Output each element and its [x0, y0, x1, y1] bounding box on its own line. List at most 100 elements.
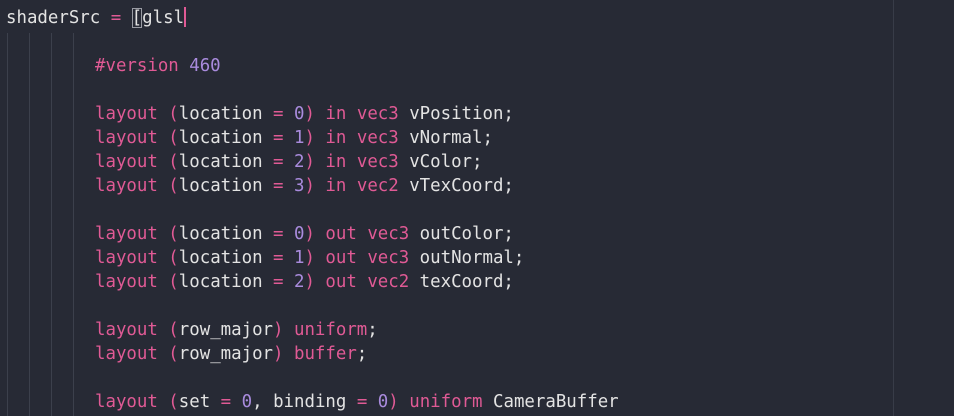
code-editor[interactable]: shaderSrc = [glsl #version 460 layout (loc…: [0, 0, 954, 416]
code-token: vec3: [367, 224, 410, 244]
code-token: CameraBuffer: [493, 392, 619, 412]
code-line[interactable]: layout (location = 2) out vec2 texCoord;: [95, 270, 514, 294]
code-token: =: [110, 8, 122, 28]
code-token: 2: [293, 272, 305, 292]
code-token: layout: [95, 176, 169, 196]
code-token: layout: [95, 320, 169, 340]
code-token: (: [168, 344, 179, 364]
code-token: layout: [95, 152, 169, 172]
code-line[interactable]: #version 460: [95, 54, 221, 78]
indent-guide: [29, 33, 30, 416]
code-line[interactable]: layout (row_major) buffer;: [95, 342, 367, 366]
code-token: vec3: [356, 104, 399, 124]
code-token: location: [178, 176, 274, 196]
code-token: ): [304, 152, 315, 172]
code-token: (: [168, 128, 179, 148]
code-token: #version: [95, 56, 190, 76]
code-token: [: [131, 8, 143, 28]
code-line[interactable]: layout (location = 1) out vec3 outNormal…: [95, 246, 524, 270]
code-line[interactable]: layout (row_major) uniform;: [95, 318, 378, 342]
code-token: =: [273, 104, 284, 124]
code-token: layout: [95, 104, 169, 124]
code-token: set: [178, 392, 221, 412]
code-token: =: [273, 224, 284, 244]
code-token: 3: [293, 176, 305, 196]
code-token: vColor;: [398, 152, 483, 172]
code-token: location: [178, 152, 274, 172]
code-token: out: [314, 248, 368, 268]
code-token: (: [168, 272, 179, 292]
code-line[interactable]: layout (location = 3) in vec2 vTexCoord;: [95, 174, 514, 198]
code-token: (: [168, 248, 179, 268]
code-token: vTexCoord;: [398, 176, 514, 196]
code-token: vPosition;: [398, 104, 514, 124]
code-token: vec2: [356, 176, 399, 196]
code-token: ): [304, 272, 315, 292]
indent-guide: [51, 33, 52, 416]
code-line[interactable]: layout (location = 2) in vec3 vColor;: [95, 150, 483, 174]
code-token: texCoord;: [409, 272, 514, 292]
code-token: in: [314, 104, 357, 124]
code-line[interactable]: shaderSrc = [glsl: [6, 6, 187, 30]
code-token: row_major: [178, 344, 274, 364]
code-token: 0: [377, 392, 389, 412]
code-token: 0: [241, 392, 253, 412]
code-token: vNormal;: [398, 128, 493, 148]
code-token: glsl: [142, 8, 185, 28]
code-token: layout: [95, 272, 169, 292]
code-token: uniform: [398, 392, 493, 412]
code-token: location: [178, 248, 274, 268]
code-line[interactable]: layout (location = 0) out vec3 outColor;: [95, 222, 514, 246]
code-token: ): [304, 224, 315, 244]
code-line[interactable]: layout (location = 0) in vec3 vPosition;: [95, 102, 514, 126]
code-token: location: [178, 104, 274, 124]
code-token: 2: [293, 152, 305, 172]
code-token: row_major: [178, 320, 274, 340]
code-token: ;: [367, 320, 378, 340]
code-token: =: [273, 152, 284, 172]
code-token: (: [168, 320, 179, 340]
code-token: outColor;: [409, 224, 514, 244]
code-token: ): [273, 344, 284, 364]
code-line[interactable]: layout (location = 1) in vec3 vNormal;: [95, 126, 493, 150]
code-token: =: [220, 392, 232, 412]
code-token: (: [168, 224, 179, 244]
code-token: layout: [95, 248, 169, 268]
code-token: 460: [189, 56, 221, 76]
code-token: location: [178, 224, 274, 244]
code-token: =: [273, 272, 284, 292]
code-token: =: [273, 248, 284, 268]
code-token: (: [168, 392, 179, 412]
code-token: out: [314, 224, 368, 244]
code-line[interactable]: layout (set = 0, binding = 0) uniform Ca…: [95, 390, 619, 414]
code-token: 0: [293, 224, 305, 244]
code-token: vec3: [356, 128, 399, 148]
code-token: location: [178, 128, 274, 148]
code-token: ): [304, 248, 315, 268]
code-token: buffer: [283, 344, 357, 364]
code-token: outNormal;: [409, 248, 525, 268]
code-token: in: [314, 152, 357, 172]
code-token: ): [304, 128, 315, 148]
code-token: 0: [293, 104, 305, 124]
code-token: vec2: [367, 272, 410, 292]
code-token: =: [273, 128, 284, 148]
code-token: shaderSrc: [6, 8, 111, 28]
code-token: in: [314, 176, 357, 196]
code-token: vec3: [367, 248, 410, 268]
code-token: ;: [356, 344, 368, 364]
code-token: out: [314, 272, 368, 292]
column-ruler: [893, 0, 894, 416]
code-token: 1: [293, 128, 305, 148]
code-token: layout: [95, 224, 169, 244]
code-token: layout: [95, 128, 169, 148]
